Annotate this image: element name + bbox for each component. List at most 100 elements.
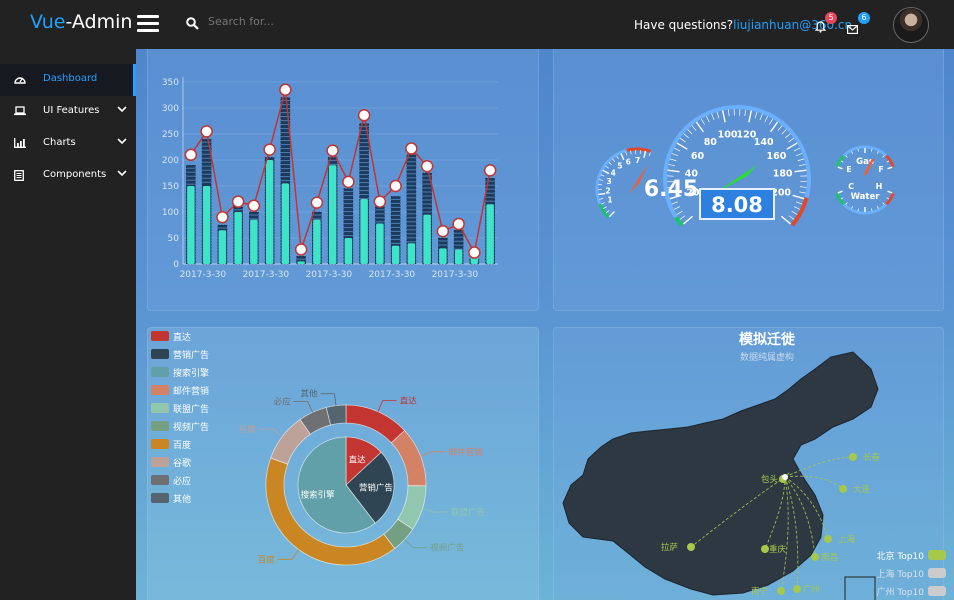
sidebar-item-label: Components bbox=[43, 169, 107, 180]
brand-logo[interactable]: Vue-Admin bbox=[30, 11, 132, 33]
line-point[interactable] bbox=[200, 125, 213, 138]
city-label: 南宁 bbox=[751, 586, 768, 597]
bar-front[interactable] bbox=[297, 261, 305, 264]
bar-front[interactable] bbox=[234, 212, 242, 264]
line-point[interactable] bbox=[357, 109, 371, 122]
gauge-main-tick-label: 60 bbox=[691, 151, 705, 162]
bar-front[interactable] bbox=[202, 186, 211, 264]
bar-front[interactable] bbox=[423, 214, 431, 264]
pie-legend-swatch bbox=[151, 493, 169, 503]
city-dot[interactable] bbox=[793, 585, 801, 593]
bar-front[interactable] bbox=[407, 243, 416, 264]
city-dot[interactable] bbox=[849, 453, 857, 461]
x-tick-label: 2017-3-30 bbox=[243, 270, 290, 280]
pie-outer-label: 邮件营销 bbox=[449, 447, 484, 458]
city-dot[interactable] bbox=[687, 543, 695, 551]
envelope-icon[interactable] bbox=[847, 19, 859, 38]
bar-front[interactable] bbox=[313, 219, 321, 264]
gauge-gas-tick-label: E bbox=[846, 165, 851, 174]
bar-front[interactable] bbox=[218, 230, 227, 264]
gauge-water-tick bbox=[857, 208, 859, 212]
bar-front[interactable] bbox=[265, 160, 274, 264]
line-point[interactable] bbox=[310, 196, 324, 209]
gauge-water-tick bbox=[837, 190, 843, 194]
gauge-left-tick bbox=[600, 202, 605, 205]
line-point[interactable] bbox=[216, 210, 229, 224]
bar-front[interactable] bbox=[486, 204, 494, 264]
sidebar-item-components[interactable]: Components bbox=[0, 160, 136, 192]
sidebar-item-ui-features[interactable]: UI Features bbox=[0, 96, 136, 128]
sidebar-item-charts[interactable]: Charts bbox=[0, 128, 136, 160]
sidebar-item-dashboard[interactable]: Dashboard bbox=[0, 64, 136, 96]
bar-line-chart: 0 50 100 150 200 250 300 350 2017-3-30 2017-3-30 2… bbox=[162, 77, 498, 280]
bar-front[interactable] bbox=[439, 248, 447, 264]
gauge-left-tick bbox=[643, 150, 647, 158]
pie-outer-slice[interactable] bbox=[390, 429, 427, 487]
search-icon[interactable] bbox=[186, 15, 199, 34]
line-point[interactable] bbox=[452, 217, 465, 231]
line-point[interactable] bbox=[483, 164, 497, 177]
bar-front[interactable] bbox=[344, 238, 353, 264]
line-point[interactable] bbox=[279, 83, 292, 97]
bar-front[interactable] bbox=[187, 186, 195, 264]
gauge-main-tick bbox=[728, 109, 730, 117]
line-point[interactable] bbox=[263, 143, 276, 156]
city-dot[interactable] bbox=[824, 535, 832, 543]
line-point[interactable] bbox=[373, 195, 387, 208]
gauge-left-tick bbox=[648, 152, 651, 157]
line-point[interactable] bbox=[184, 148, 198, 162]
pie-outer-slice[interactable] bbox=[345, 404, 406, 444]
line-point[interactable] bbox=[420, 159, 434, 173]
gauge-left-tick bbox=[599, 179, 603, 181]
gauge-main-tick bbox=[797, 158, 805, 162]
brand-part2: -Admin bbox=[65, 11, 133, 33]
gauge-left-tick bbox=[600, 174, 605, 177]
city-dot[interactable] bbox=[777, 587, 785, 595]
pie-legend-swatch bbox=[151, 475, 169, 485]
bar-front[interactable] bbox=[328, 165, 337, 264]
bar-front[interactable] bbox=[454, 249, 463, 264]
bar-front[interactable] bbox=[281, 183, 290, 264]
gauge-main-tick bbox=[744, 109, 746, 117]
gauge-gas-tick bbox=[882, 155, 885, 158]
gauge-left-tick-label: 6 bbox=[626, 157, 631, 166]
city-dot[interactable] bbox=[839, 485, 847, 493]
line-point[interactable] bbox=[326, 144, 339, 157]
line-point[interactable] bbox=[436, 224, 450, 238]
city-dot[interactable] bbox=[811, 553, 819, 561]
chevron-down-icon bbox=[117, 169, 127, 180]
line-point[interactable] bbox=[342, 175, 355, 189]
line-point[interactable] bbox=[247, 199, 261, 213]
gauge-left-tick bbox=[608, 161, 612, 166]
city-dot[interactable] bbox=[761, 545, 769, 553]
notifications-badge: 5 bbox=[825, 12, 837, 24]
gauge-main-tick-label: 100 bbox=[718, 129, 738, 140]
city-label: 拉萨 bbox=[661, 542, 679, 553]
gauge-gas-tick bbox=[877, 151, 879, 154]
gauge-water-tick bbox=[886, 197, 890, 200]
gauge-left-red-band bbox=[626, 147, 652, 153]
line-point[interactable] bbox=[389, 179, 402, 193]
bar-front[interactable] bbox=[360, 199, 368, 264]
gauge-red-band bbox=[790, 197, 809, 227]
gauge-left-tick-label: 3 bbox=[607, 177, 612, 186]
line-point[interactable] bbox=[468, 246, 481, 259]
menu-toggle-icon[interactable] bbox=[137, 15, 159, 33]
search-input[interactable] bbox=[206, 14, 350, 29]
bar-front[interactable] bbox=[391, 245, 400, 264]
gauge-water-green-band bbox=[835, 192, 845, 206]
line-point[interactable] bbox=[231, 195, 245, 208]
gauge-main-tick bbox=[679, 137, 686, 143]
line-point[interactable] bbox=[405, 142, 418, 155]
pie-legend-swatch bbox=[151, 421, 169, 431]
line-point[interactable] bbox=[294, 243, 308, 256]
avatar[interactable] bbox=[893, 7, 929, 43]
gauge-water-tick bbox=[887, 190, 893, 194]
gauge-water-label: Water bbox=[851, 192, 881, 202]
bar-front[interactable] bbox=[250, 219, 258, 264]
bar-front[interactable] bbox=[376, 223, 384, 264]
pie-legend-swatch bbox=[151, 385, 169, 395]
gauge-main-tick-label: 160 bbox=[767, 151, 787, 162]
gauge-left-tick-label: 2 bbox=[605, 186, 610, 195]
bell-icon[interactable] bbox=[814, 18, 827, 37]
